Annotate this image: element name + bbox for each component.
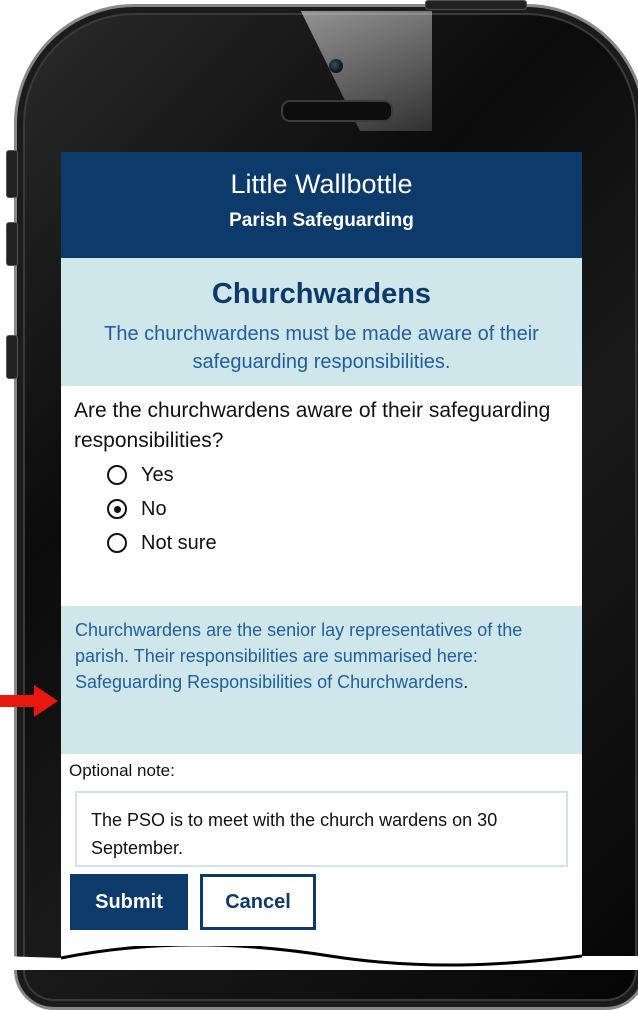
note-label: Optional note: [69,761,175,780]
info-suffix: . [463,672,469,692]
radio-unselected-icon[interactable] [107,533,127,553]
app-title: Little Wallbottle [230,169,413,199]
option-not-sure[interactable]: Not sure [107,526,568,560]
phone-screen: Little Wallbottle Parish Safeguarding Ch… [61,152,582,970]
option-no[interactable]: No [107,492,568,526]
question-text: Are the churchwardens aware of their saf… [74,399,551,452]
option-label: Yes [141,463,174,486]
volume-down-button [6,335,18,379]
option-label: Not sure [141,531,217,554]
answer-options: Yes No Not sure [74,458,568,560]
red-arrow-icon [0,685,58,717]
question-block: Are the churchwardens aware of their saf… [61,386,582,606]
submit-button[interactable]: Submit [70,874,188,930]
camera-icon [329,59,343,73]
info-text: Churchwardens are the senior lay represe… [75,620,523,666]
option-yes[interactable]: Yes [107,458,568,492]
section-description: The churchwardens must be made aware of … [104,323,539,373]
option-label: No [141,497,167,520]
mute-switch [6,150,18,198]
radio-unselected-icon[interactable] [107,465,127,485]
volume-up-button [6,222,18,266]
cancel-button[interactable]: Cancel [200,874,316,930]
app-header: Little Wallbottle Parish Safeguarding [61,152,582,258]
app-subtitle: Parish Safeguarding [229,210,414,231]
radio-selected-icon[interactable] [107,499,127,519]
torn-edge [0,946,638,970]
info-panel: Churchwardens are the senior lay represe… [61,606,582,754]
speaker-grille [281,100,393,122]
power-button [425,0,527,10]
radio-dot [113,505,121,513]
section-title: Churchwardens [211,278,432,310]
button-row: Submit Cancel [70,874,582,930]
section-intro: Churchwardens The churchwardens must be … [61,258,582,386]
note-textarea[interactable]: The PSO is to meet with the church warde… [75,791,568,867]
responsibilities-link[interactable]: Safeguarding Responsibilities of Churchw… [75,672,463,692]
